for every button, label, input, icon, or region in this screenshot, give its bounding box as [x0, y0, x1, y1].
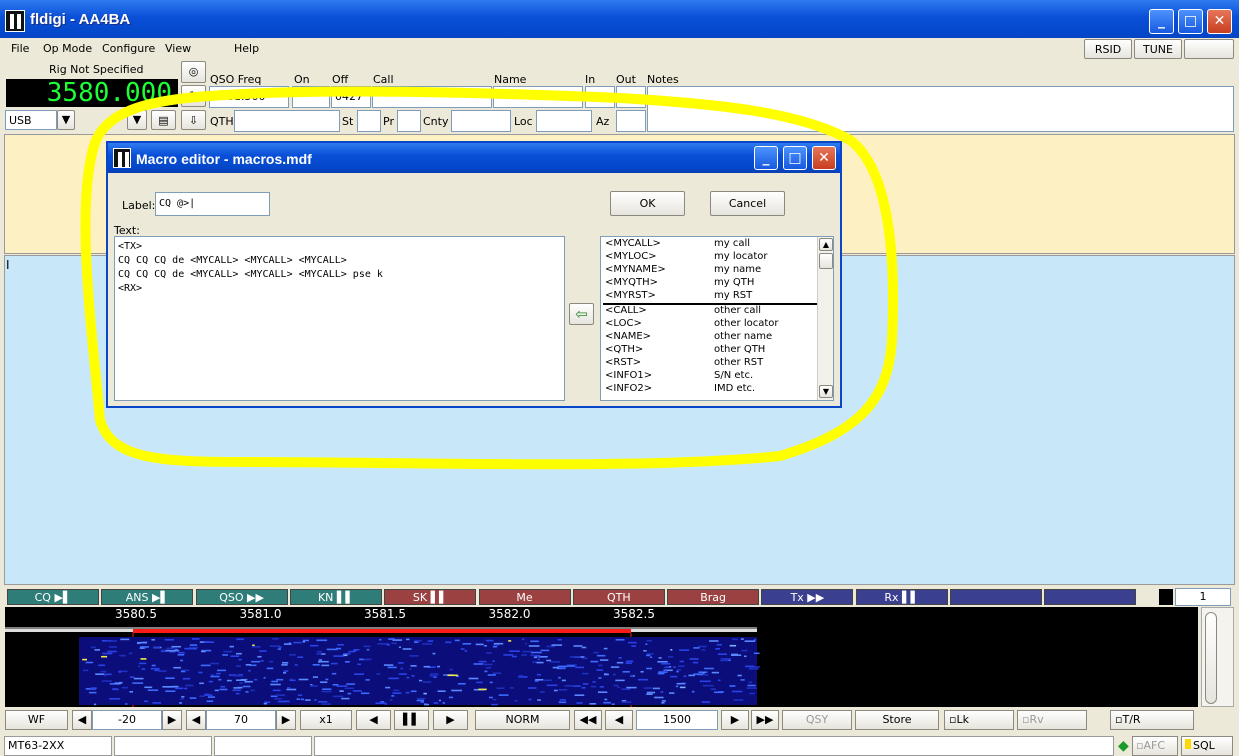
macro-button[interactable] — [950, 589, 1042, 605]
status-mode[interactable]: MT63-2XX — [4, 736, 112, 756]
macro-button[interactable]: SK ▌▌ — [384, 589, 477, 605]
macro-button[interactable]: Tx ▶▶ — [761, 589, 854, 605]
sql-label: SQL — [1193, 739, 1215, 752]
macro-button[interactable]: ANS ▶▌ — [101, 589, 194, 605]
waterfall-tick-label: 3582.5 — [613, 607, 655, 621]
tune-left-icon[interactable]: ◀ — [356, 710, 391, 730]
macro-divider — [1159, 589, 1173, 605]
fast-right-icon[interactable]: ▶▶ — [751, 710, 779, 730]
pause-icon[interactable]: ▌▌ — [394, 710, 429, 730]
level2-decrease-icon[interactable]: ◀ — [186, 710, 206, 730]
zoom-button[interactable]: x1 — [300, 710, 352, 730]
tune-right-icon[interactable]: ▶ — [433, 710, 468, 730]
waterfall-tick-label: 3580.5 — [115, 607, 157, 621]
lock-toggle[interactable]: ▫Lk — [944, 710, 1014, 730]
lock-label: Lk — [956, 713, 969, 726]
waterfall-tick-label: 3581.0 — [239, 607, 282, 621]
level1-field[interactable]: -20 — [92, 710, 162, 730]
waterfall-scroll-thumb[interactable] — [1205, 612, 1217, 704]
sql-indicator-icon — [1185, 739, 1191, 749]
waterfall-graphic — [5, 627, 760, 707]
macro-page-number[interactable]: 1 — [1175, 588, 1231, 606]
macro-button[interactable]: KN ▌▌ — [289, 589, 382, 605]
waterfall[interactable] — [5, 607, 1198, 707]
macro-button[interactable]: Brag — [667, 589, 760, 605]
level2-increase-icon[interactable]: ▶ — [276, 710, 296, 730]
macro-button[interactable]: QSO ▶▶ — [195, 589, 288, 605]
step-right-icon[interactable]: ▶ — [721, 710, 749, 730]
zoom-label: x1 — [319, 713, 333, 726]
signal-indicator-icon: ◆ — [1118, 738, 1129, 754]
store-label: Store — [882, 713, 912, 726]
qsy-label: QSY — [805, 713, 829, 726]
wf-label: WF — [27, 713, 46, 726]
fast-left-icon[interactable]: ◀◀ — [574, 710, 602, 730]
qsy-button[interactable]: QSY — [782, 710, 852, 730]
macro-button[interactable] — [1044, 589, 1137, 605]
level1-decrease-icon[interactable]: ◀ — [72, 710, 92, 730]
waterfall-tick-label: 3581.5 — [364, 607, 406, 621]
reverse-toggle[interactable]: ▫Rv — [1017, 710, 1087, 730]
norm-button[interactable]: NORM — [475, 710, 570, 730]
status-field-2 — [114, 736, 212, 756]
macro-button[interactable]: Rx ▌▌ — [855, 589, 948, 605]
tr-toggle[interactable]: ▫T/R — [1110, 710, 1194, 730]
store-button[interactable]: Store — [855, 710, 939, 730]
afc-toggle[interactable]: ▫AFC — [1132, 736, 1178, 756]
macro-button[interactable]: Me — [478, 589, 571, 605]
sql-toggle[interactable]: SQL — [1181, 736, 1233, 756]
macro-button[interactable]: QTH — [572, 589, 665, 605]
norm-label: NORM — [505, 713, 540, 726]
waterfall-tick-label: 3582.0 — [488, 607, 531, 621]
status-field-3 — [214, 736, 312, 756]
level2-field[interactable]: 70 — [206, 710, 276, 730]
step-left-icon[interactable]: ◀ — [605, 710, 633, 730]
tr-label: T/R — [1122, 713, 1141, 726]
macro-button[interactable]: CQ ▶▌ — [7, 589, 99, 605]
carrier-freq-field[interactable]: 1500 — [636, 710, 718, 730]
wf-button[interactable]: WF — [5, 710, 68, 730]
reverse-label: Rv — [1029, 713, 1044, 726]
status-message — [314, 736, 1114, 756]
waterfall-scrollbar[interactable] — [1201, 607, 1234, 707]
afc-label: AFC — [1143, 739, 1166, 752]
level1-increase-icon[interactable]: ▶ — [162, 710, 182, 730]
